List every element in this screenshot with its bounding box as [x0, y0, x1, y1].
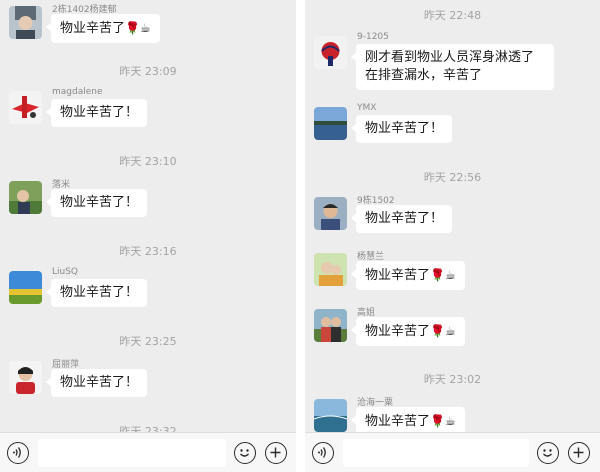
sender-name: YMX	[357, 103, 377, 113]
voice-icon[interactable]	[7, 442, 29, 464]
message-bubble[interactable]: 物业辛苦了！	[350, 205, 453, 233]
message-text: 物业辛苦了	[60, 21, 126, 36]
avatar[interactable]	[314, 107, 347, 140]
avatar[interactable]	[9, 91, 42, 124]
sender-name: magdalene	[52, 87, 103, 97]
message-input[interactable]	[343, 439, 529, 467]
sender-name: 9-1205	[357, 32, 389, 42]
message-bubble[interactable]: 物业辛苦了🌹☕	[46, 14, 160, 43]
message-text: 物业辛苦了！	[60, 195, 139, 210]
message-bubble[interactable]: 刚才看到物业人员浑身淋透了在排查漏水，辛苦了	[351, 44, 554, 90]
timestamp: 昨天 23:16	[119, 245, 177, 258]
message-emoji: 🌹☕	[430, 268, 456, 282]
message-text: 物业辛苦了！	[365, 121, 444, 136]
message-item: 2栋1402杨建郁 物业辛苦了🌹☕	[0, 5, 296, 66]
message-input[interactable]	[38, 439, 226, 467]
message-text: 物业辛苦了！	[365, 211, 444, 226]
message-bubble[interactable]: 物业辛苦了🌹☕	[351, 317, 465, 346]
message-item: 9-1205 刚才看到物业人员浑身淋透了在排查漏水，辛苦了	[305, 32, 600, 98]
timestamp: 昨天 23:02	[423, 373, 482, 386]
panel-divider	[296, 0, 305, 472]
avatar[interactable]	[9, 361, 42, 394]
message-text: 物业辛苦了！	[60, 285, 139, 300]
avatar[interactable]	[314, 197, 347, 230]
avatar[interactable]	[314, 253, 347, 286]
timestamp: 昨天 22:48	[423, 9, 482, 22]
timestamp: 昨天 23:25	[119, 335, 177, 348]
message-emoji: 🌹☕	[430, 414, 456, 428]
message-text: 物业辛苦了！	[60, 105, 139, 120]
timestamp: 昨天 22:56	[423, 171, 482, 184]
message-item: 杨慧兰 物业辛苦了🌹☕	[305, 252, 600, 313]
message-bubble[interactable]: 物业辛苦了！	[45, 279, 148, 307]
voice-icon[interactable]	[312, 442, 334, 464]
avatar[interactable]	[9, 6, 42, 39]
message-bubble[interactable]: 物业辛苦了！	[45, 189, 148, 217]
timestamp: 昨天 23:09	[119, 65, 177, 78]
chat-panel-left[interactable]: 2栋1402杨建郁 物业辛苦了🌹☕ 昨天 23:09 magdalene 物业辛…	[0, 0, 296, 472]
message-item: 高姐 物业辛苦了🌹☕	[305, 308, 600, 369]
message-bubble[interactable]: 物业辛苦了！	[45, 369, 148, 397]
message-item: LiuSQ 物业辛苦了！	[0, 267, 296, 331]
avatar[interactable]	[314, 309, 347, 342]
emoji-icon[interactable]	[234, 442, 256, 464]
plus-icon[interactable]	[568, 442, 590, 464]
avatar[interactable]	[9, 181, 42, 214]
plus-icon[interactable]	[265, 442, 287, 464]
message-item: YMX 物业辛苦了！	[305, 103, 600, 167]
message-text: 物业辛苦了！	[60, 375, 139, 390]
avatar[interactable]	[314, 36, 347, 69]
screenshot-root: 2栋1402杨建郁 物业辛苦了🌹☕ 昨天 23:09 magdalene 物业辛…	[0, 0, 600, 472]
message-item: magdalene 物业辛苦了！	[0, 87, 296, 151]
message-bubble[interactable]: 物业辛苦了！	[350, 115, 453, 143]
input-bar	[0, 432, 296, 472]
message-text: 物业辛苦了	[365, 268, 431, 283]
message-item: 落米 物业辛苦了！	[0, 180, 296, 241]
message-emoji: 🌹☕	[430, 324, 456, 338]
avatar[interactable]	[314, 399, 347, 432]
message-text: 物业辛苦了	[365, 414, 431, 429]
message-text: 刚才看到物业人员浑身淋透了在排查漏水，辛苦了	[365, 50, 535, 83]
emoji-icon[interactable]	[537, 442, 559, 464]
avatar[interactable]	[9, 271, 42, 304]
message-emoji: 🌹☕	[125, 21, 151, 35]
message-bubble[interactable]: 物业辛苦了！	[45, 99, 148, 127]
input-bar	[305, 432, 600, 472]
message-bubble[interactable]: 物业辛苦了🌹☕	[351, 261, 465, 290]
message-item: 9栋1502 物业辛苦了！	[305, 196, 600, 257]
message-item: 屈丽萍 物业辛苦了！	[0, 360, 296, 421]
timestamp: 昨天 23:10	[119, 155, 177, 168]
message-text: 物业辛苦了	[365, 324, 431, 339]
sender-name: LiuSQ	[52, 267, 79, 277]
chat-panel-right[interactable]: 昨天 22:48 9-1205 刚才看到物业人员浑身淋透了在排查漏水，辛苦了 Y…	[305, 0, 600, 472]
